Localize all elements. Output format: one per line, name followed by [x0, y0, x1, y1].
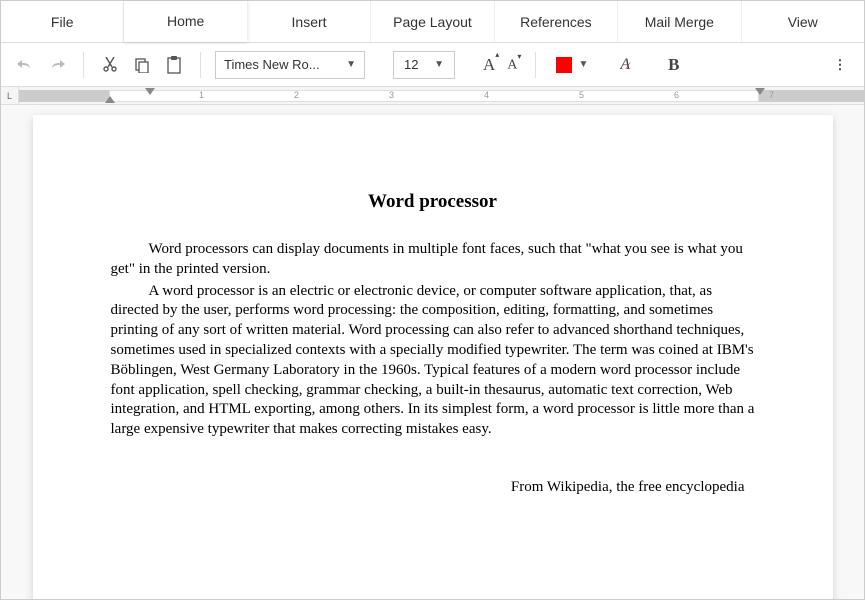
- copy-icon: [134, 57, 150, 73]
- document-paragraph[interactable]: A word processor is an electric or elect…: [111, 282, 755, 440]
- cut-button[interactable]: [98, 53, 122, 77]
- ruler-number: 4: [484, 90, 489, 100]
- document-page[interactable]: Word processor Word processors can displ…: [33, 115, 833, 599]
- font-family-select[interactable]: Times New Ro... ▼: [215, 51, 365, 79]
- toolbar: Times New Ro... ▼ 12 ▼ A▴ A▾ ▼ A∕ B ⋮: [1, 43, 864, 87]
- font-color-button[interactable]: ▼: [550, 51, 594, 79]
- decrease-font-button[interactable]: A▾: [507, 53, 521, 77]
- toolbar-divider: [83, 52, 84, 78]
- ruler: L 1 2 3 4 5 6 7: [1, 87, 864, 105]
- copy-button[interactable]: [130, 53, 154, 77]
- paste-button[interactable]: [162, 53, 186, 77]
- tab-page-layout[interactable]: Page Layout: [371, 1, 494, 42]
- clear-format-icon: A∕: [620, 56, 631, 74]
- increase-font-icon: A▴: [483, 55, 499, 75]
- toolbar-divider: [200, 52, 201, 78]
- ruler-number: 3: [389, 90, 394, 100]
- tab-mail-merge[interactable]: Mail Merge: [618, 1, 741, 42]
- ruler-number: 1: [199, 90, 204, 100]
- clear-format-button[interactable]: A∕: [620, 53, 631, 77]
- redo-icon: [48, 58, 66, 72]
- tab-insert[interactable]: Insert: [248, 1, 371, 42]
- document-attribution[interactable]: From Wikipedia, the free encyclopedia: [111, 478, 755, 498]
- scissors-icon: [102, 57, 118, 73]
- kebab-icon: ⋮: [834, 57, 847, 73]
- ruler-number: 2: [294, 90, 299, 100]
- tab-view[interactable]: View: [742, 1, 864, 42]
- font-size-value: 12: [404, 57, 418, 72]
- tab-file[interactable]: File: [1, 1, 124, 42]
- document-scroll-area[interactable]: Word processor Word processors can displ…: [1, 105, 864, 599]
- more-options-button[interactable]: ⋮: [828, 53, 852, 77]
- chevron-down-icon: ▼: [346, 59, 356, 70]
- document-title[interactable]: Word processor: [111, 189, 755, 214]
- ribbon-tabs: File Home Insert Page Layout References …: [1, 1, 864, 43]
- increase-font-button[interactable]: A▴: [483, 53, 499, 77]
- toolbar-divider: [535, 52, 536, 78]
- undo-icon: [16, 58, 34, 72]
- font-family-value: Times New Ro...: [224, 57, 320, 72]
- font-size-select[interactable]: 12 ▼: [393, 51, 455, 79]
- decrease-font-icon: A▾: [507, 56, 521, 74]
- ruler-number: 5: [579, 90, 584, 100]
- ruler-corner-icon: L: [1, 87, 19, 105]
- chevron-down-icon: ▼: [434, 59, 444, 70]
- tab-home[interactable]: Home: [124, 1, 247, 42]
- clipboard-icon: [166, 56, 182, 74]
- ruler-number: 7: [769, 90, 774, 100]
- redo-button[interactable]: [45, 53, 69, 77]
- bold-button[interactable]: B: [662, 53, 686, 77]
- document-paragraph[interactable]: Word processors can display documents in…: [111, 240, 755, 280]
- tab-references[interactable]: References: [495, 1, 618, 42]
- color-swatch-icon: [556, 57, 572, 73]
- ruler-number: 6: [674, 90, 679, 100]
- chevron-down-icon: ▼: [578, 59, 588, 70]
- horizontal-ruler[interactable]: 1 2 3 4 5 6 7: [19, 87, 864, 104]
- undo-button[interactable]: [13, 53, 37, 77]
